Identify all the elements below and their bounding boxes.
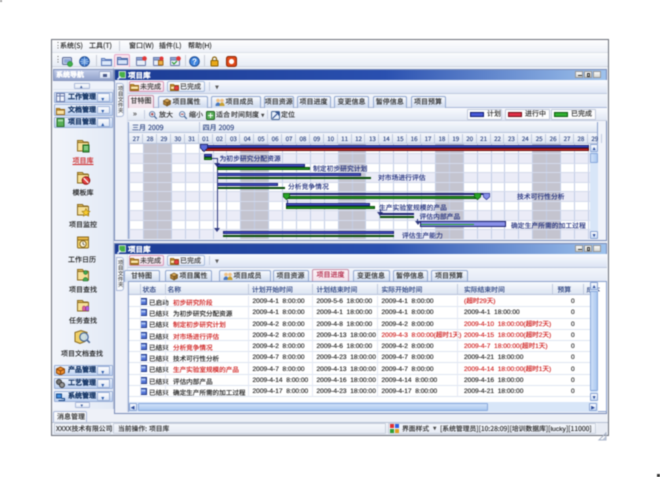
svg-text:?: ? <box>192 56 197 67</box>
